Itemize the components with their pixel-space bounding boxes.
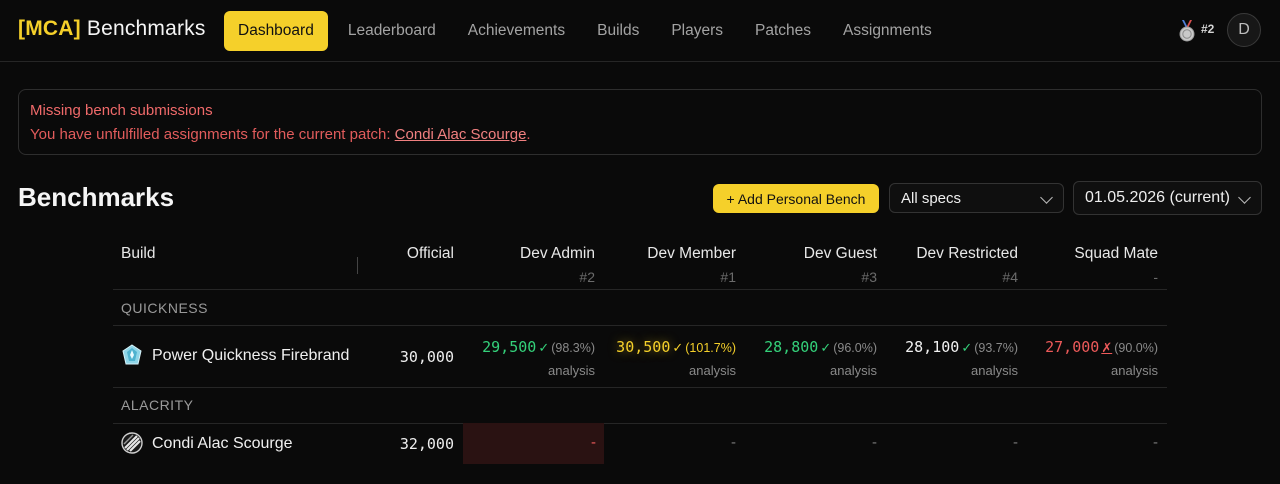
patch-select-value: 01.05.2026 (current) xyxy=(1085,189,1230,206)
alert-message: You have unfulfilled assignments for the… xyxy=(30,126,531,143)
brand-tag: [MCA] xyxy=(18,17,81,40)
divider xyxy=(113,325,1167,326)
group-label-alacrity: ALACRITY xyxy=(121,397,194,413)
alert-title: Missing bench submissions xyxy=(30,102,213,119)
col-player-name[interactable]: Squad Mate xyxy=(1028,245,1158,263)
col-build: Build xyxy=(121,245,156,262)
silver-medal-icon xyxy=(1179,20,1195,42)
nav-builds[interactable]: Builds xyxy=(581,11,655,51)
bench-value[interactable]: 28,100 xyxy=(905,338,959,356)
build-name[interactable]: Power Quickness Firebrand xyxy=(152,347,349,365)
bench-percent: (93.7%) xyxy=(974,341,1018,355)
bench-value[interactable]: 29,500 xyxy=(482,338,536,356)
col-player-name[interactable]: Dev Admin xyxy=(465,245,595,263)
nav-players[interactable]: Players xyxy=(655,11,739,51)
user-rank: #2 xyxy=(1201,22,1215,36)
bench-percent: (101.7%) xyxy=(685,341,736,355)
top-nav: [MCA] Benchmarks Dashboard Leaderboard A… xyxy=(0,0,1280,62)
bench-cell: 30,500 ✓ (101.7%) analysis xyxy=(606,338,736,378)
bench-cell: 28,800 ✓ (96.0%) analysis xyxy=(747,338,877,378)
nav-links: Dashboard Leaderboard Achievements Build… xyxy=(224,11,948,51)
col-player-name[interactable]: Dev Member xyxy=(606,245,736,263)
alert-assignment-link[interactable]: Condi Alac Scourge xyxy=(395,126,527,143)
check-icon: ✓ xyxy=(961,340,973,355)
analysis-link[interactable]: analysis xyxy=(606,363,736,378)
missing-submissions-alert: Missing bench submissions You have unful… xyxy=(18,89,1262,155)
divider xyxy=(113,387,1167,388)
add-personal-bench-button[interactable]: + Add Personal Bench xyxy=(713,184,879,213)
bench-percent: (98.3%) xyxy=(551,341,595,355)
cross-icon: ✗ xyxy=(1101,340,1113,355)
bench-percent: (96.0%) xyxy=(833,341,877,355)
avatar[interactable]: D xyxy=(1227,13,1261,47)
spec-filter-select[interactable]: All specs xyxy=(889,183,1064,213)
brand-name: Benchmarks xyxy=(86,17,206,40)
nav-dashboard[interactable]: Dashboard xyxy=(224,11,328,51)
col-player-name[interactable]: Dev Guest xyxy=(747,245,877,263)
check-icon: ✓ xyxy=(672,340,684,355)
missing-bench-cell[interactable]: - xyxy=(463,423,604,464)
chevron-down-icon xyxy=(1040,191,1053,204)
empty-cell: - xyxy=(731,434,736,451)
empty-cell: - xyxy=(1153,434,1158,451)
col-player-rank: #2 xyxy=(579,269,595,285)
check-icon: ✓ xyxy=(820,340,832,355)
spec-filter-value: All specs xyxy=(901,189,962,207)
build-name[interactable]: Condi Alac Scourge xyxy=(152,435,293,453)
analysis-link[interactable]: analysis xyxy=(1028,363,1158,378)
patch-select[interactable]: 01.05.2026 (current) xyxy=(1073,181,1262,215)
bench-value[interactable]: 28,800 xyxy=(764,338,818,356)
nav-achievements[interactable]: Achievements xyxy=(452,11,581,51)
bench-cell: 29,500 ✓ (98.3%) analysis xyxy=(465,338,595,378)
analysis-link[interactable]: analysis xyxy=(465,363,595,378)
group-label-quickness: QUICKNESS xyxy=(121,300,208,316)
firebrand-icon xyxy=(122,344,142,365)
col-player-name[interactable]: Dev Restricted xyxy=(888,245,1018,263)
alert-message-end: . xyxy=(526,126,531,143)
col-player-rank: #1 xyxy=(720,269,736,285)
empty-cell: - xyxy=(872,434,877,451)
missing-bench-dash: - xyxy=(591,434,596,451)
official-value: 32,000 xyxy=(399,435,454,453)
scourge-icon xyxy=(121,432,143,454)
nav-leaderboard[interactable]: Leaderboard xyxy=(332,11,452,51)
official-value: 30,000 xyxy=(399,348,454,366)
bench-percent: (90.0%) xyxy=(1114,341,1158,355)
page-title: Benchmarks xyxy=(18,182,175,212)
col-official: Official xyxy=(406,245,454,262)
divider xyxy=(113,423,1167,424)
bench-value[interactable]: 30,500 xyxy=(616,338,670,356)
bench-cell: 27,000 ✗ (90.0%) analysis xyxy=(1028,338,1158,378)
chevron-down-icon xyxy=(1238,191,1251,204)
nav-patches[interactable]: Patches xyxy=(739,11,827,51)
bench-cell: 28,100 ✓ (93.7%) analysis xyxy=(888,338,1018,378)
col-player-rank: #4 xyxy=(1002,269,1018,285)
brand-logo[interactable]: [MCA] Benchmarks xyxy=(18,17,206,41)
analysis-link[interactable]: analysis xyxy=(888,363,1018,378)
divider xyxy=(113,289,1167,290)
check-icon: ✓ xyxy=(538,340,550,355)
nav-assignments[interactable]: Assignments xyxy=(827,11,948,51)
analysis-link[interactable]: analysis xyxy=(747,363,877,378)
alert-message-text: You have unfulfilled assignments for the… xyxy=(30,126,395,143)
col-player-rank: #3 xyxy=(861,269,877,285)
col-player-rank: - xyxy=(1153,269,1158,285)
empty-cell: - xyxy=(1013,434,1018,451)
bench-value[interactable]: 27,000 xyxy=(1045,338,1099,356)
